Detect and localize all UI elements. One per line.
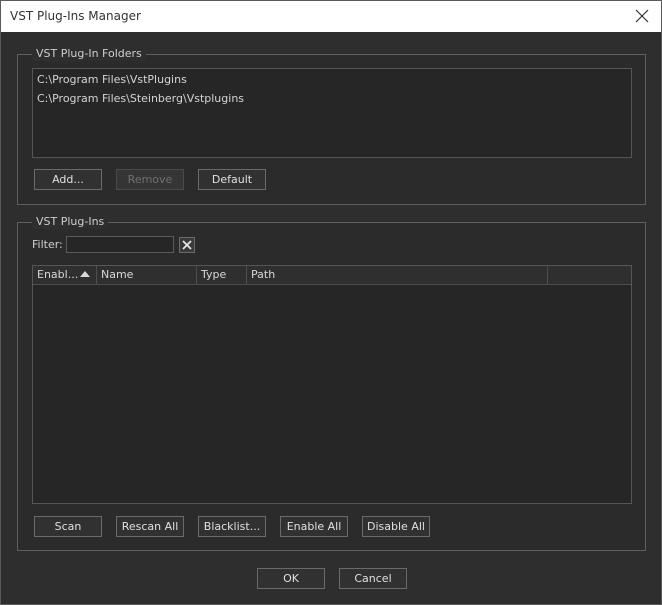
vst-plugins-manager-window: VST Plug-Ins Manager VST Plug-In Folders…	[0, 0, 662, 605]
close-button[interactable]	[631, 5, 653, 27]
close-icon	[635, 9, 649, 23]
plugin-folders-group: VST Plug-In Folders C:\Program Files\Vst…	[17, 47, 646, 205]
plugins-group: VST Plug-Ins Filter: Enabl... Name Type	[17, 215, 646, 551]
plugin-folders-list[interactable]: C:\Program Files\VstPlugins C:\Program F…	[32, 68, 632, 158]
folder-list-item[interactable]: C:\Program Files\Steinberg\Vstplugins	[37, 92, 244, 105]
disable-all-button[interactable]: Disable All	[362, 516, 430, 537]
filter-label: Filter:	[32, 238, 63, 251]
remove-folder-button[interactable]: Remove	[116, 169, 184, 190]
column-header-filler	[548, 266, 631, 285]
cancel-button[interactable]: Cancel	[339, 568, 407, 589]
column-header-type[interactable]: Type	[197, 266, 247, 285]
window-title: VST Plug-Ins Manager	[10, 9, 141, 23]
plugins-table[interactable]: Enabl... Name Type Path	[32, 265, 632, 504]
ok-button[interactable]: OK	[257, 568, 325, 589]
title-bar: VST Plug-Ins Manager	[1, 1, 661, 32]
plugins-table-header: Enabl... Name Type Path	[33, 266, 631, 285]
column-header-label: Path	[251, 268, 276, 281]
rescan-all-button[interactable]: Rescan All	[116, 516, 184, 537]
add-folder-button[interactable]: Add...	[34, 169, 102, 190]
column-header-path[interactable]: Path	[247, 266, 548, 285]
column-header-enabled[interactable]: Enabl...	[33, 266, 97, 285]
column-header-name[interactable]: Name	[97, 266, 197, 285]
clear-filter-icon	[182, 240, 192, 250]
default-folders-button[interactable]: Default	[198, 169, 266, 190]
blacklist-button[interactable]: Blacklist...	[198, 516, 266, 537]
folder-list-item[interactable]: C:\Program Files\VstPlugins	[37, 73, 187, 86]
filter-input[interactable]	[66, 236, 174, 253]
column-header-label: Name	[101, 268, 134, 281]
enable-all-button[interactable]: Enable All	[280, 516, 348, 537]
plugin-folders-group-label: VST Plug-In Folders	[32, 47, 146, 61]
column-header-label: Enabl...	[37, 268, 79, 281]
sort-ascending-icon	[80, 271, 90, 277]
scan-button[interactable]: Scan	[34, 516, 102, 537]
column-header-label: Type	[201, 268, 227, 281]
clear-filter-button[interactable]	[179, 237, 195, 253]
plugins-group-label: VST Plug-Ins	[32, 215, 109, 229]
